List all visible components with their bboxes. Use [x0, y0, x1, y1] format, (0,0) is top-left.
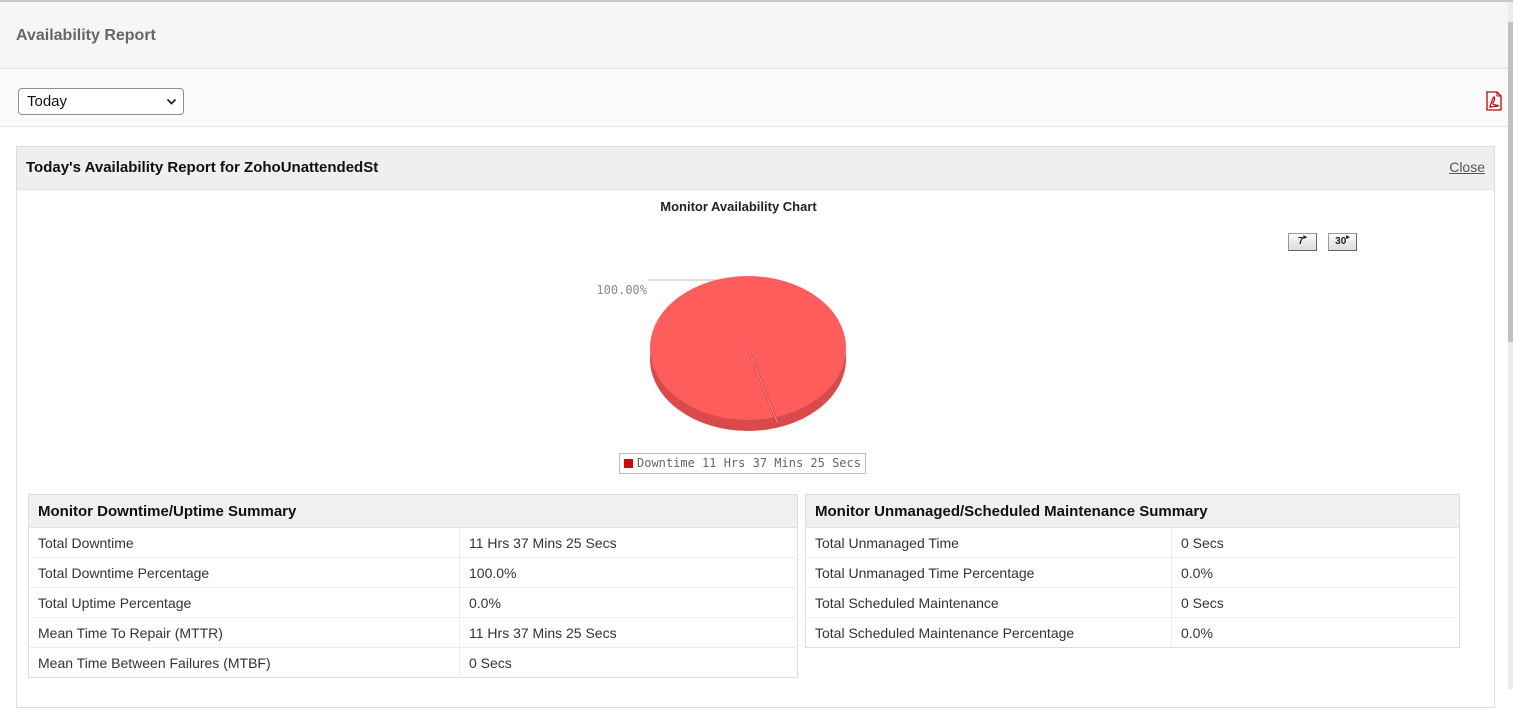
row-value: 0.0% — [459, 587, 798, 618]
table-row: Total Downtime 11 Hrs 37 Mins 25 Secs — [28, 527, 798, 558]
row-value: 0 Secs — [1171, 527, 1460, 558]
row-value: 0.0% — [1171, 617, 1460, 648]
panel-title: Today's Availability Report for ZohoUnat… — [26, 159, 379, 176]
period-select[interactable]: Today — [18, 88, 184, 115]
chart-title: Monitor Availability Chart — [660, 199, 817, 214]
row-value: 0 Secs — [459, 647, 798, 678]
close-link[interactable]: Close — [1449, 159, 1485, 175]
table-row: Total Scheduled Maintenance Percentage 0… — [805, 617, 1460, 648]
row-label: Total Uptime Percentage — [28, 587, 460, 618]
table-row: Total Unmanaged Time 0 Secs — [805, 527, 1460, 558]
maintenance-summary-title: Monitor Unmanaged/Scheduled Maintenance … — [805, 494, 1460, 528]
row-value: 0.0% — [1171, 557, 1460, 588]
table-row: Mean Time To Repair (MTTR) 11 Hrs 37 Min… — [28, 617, 798, 648]
downtime-summary-title: Monitor Downtime/Uptime Summary — [28, 494, 798, 528]
availability-pie-chart: 100.00% — [596, 276, 846, 431]
range-30-label: 30 — [1335, 236, 1347, 247]
row-label: Total Downtime Percentage — [28, 557, 460, 588]
row-value: 11 Hrs 37 Mins 25 Secs — [459, 617, 798, 648]
page-scrollbar[interactable] — [1508, 2, 1513, 689]
table-row: Total Uptime Percentage 0.0% — [28, 587, 798, 618]
row-value: 11 Hrs 37 Mins 25 Secs — [459, 527, 798, 558]
row-value: 100.0% — [459, 557, 798, 588]
row-label: Total Downtime — [28, 527, 460, 558]
page-header: Availability Report — [0, 2, 1508, 69]
row-label: Total Unmanaged Time Percentage — [805, 557, 1172, 588]
panel-header: Today's Availability Report for ZohoUnat… — [17, 147, 1494, 190]
downtime-uptime-summary-table: Monitor Downtime/Uptime Summary Total Do… — [28, 494, 798, 678]
range-7-days-button[interactable]: 7▸ — [1288, 233, 1317, 251]
row-label: Mean Time To Repair (MTTR) — [28, 617, 460, 648]
scrollbar-thumb[interactable] — [1508, 22, 1513, 342]
chart-legend: Downtime 11 Hrs 37 Mins 25 Secs — [619, 453, 866, 474]
table-row: Total Downtime Percentage 100.0% — [28, 557, 798, 588]
row-label: Total Scheduled Maintenance — [805, 587, 1172, 618]
pie-slice-label-downtime: 100.00% — [596, 283, 647, 297]
report-toolbar: Today — [0, 69, 1508, 127]
availability-report-panel: Today's Availability Report for ZohoUnat… — [16, 146, 1495, 708]
row-value: 0 Secs — [1171, 587, 1460, 618]
row-label: Total Scheduled Maintenance Percentage — [805, 617, 1172, 648]
row-label: Mean Time Between Failures (MTBF) — [28, 647, 460, 678]
table-row: Mean Time Between Failures (MTBF) 0 Secs — [28, 647, 798, 678]
range-30-days-button[interactable]: 30▸ — [1328, 233, 1357, 251]
table-row: Total Unmanaged Time Percentage 0.0% — [805, 557, 1460, 588]
chevron-down-icon — [166, 89, 177, 123]
page-title: Availability Report — [16, 27, 156, 44]
pdf-icon[interactable] — [1485, 91, 1503, 111]
row-label: Total Unmanaged Time — [805, 527, 1172, 558]
table-row: Total Scheduled Maintenance 0 Secs — [805, 587, 1460, 618]
range-7-arrow-icon: ▸ — [1303, 234, 1308, 241]
legend-swatch-downtime — [624, 459, 633, 468]
legend-label-downtime: Downtime 11 Hrs 37 Mins 25 Secs — [637, 456, 861, 470]
period-select-value: Today — [27, 93, 68, 110]
range-30-arrow-icon: ▸ — [1346, 234, 1350, 241]
maintenance-summary-table: Monitor Unmanaged/Scheduled Maintenance … — [805, 494, 1460, 648]
